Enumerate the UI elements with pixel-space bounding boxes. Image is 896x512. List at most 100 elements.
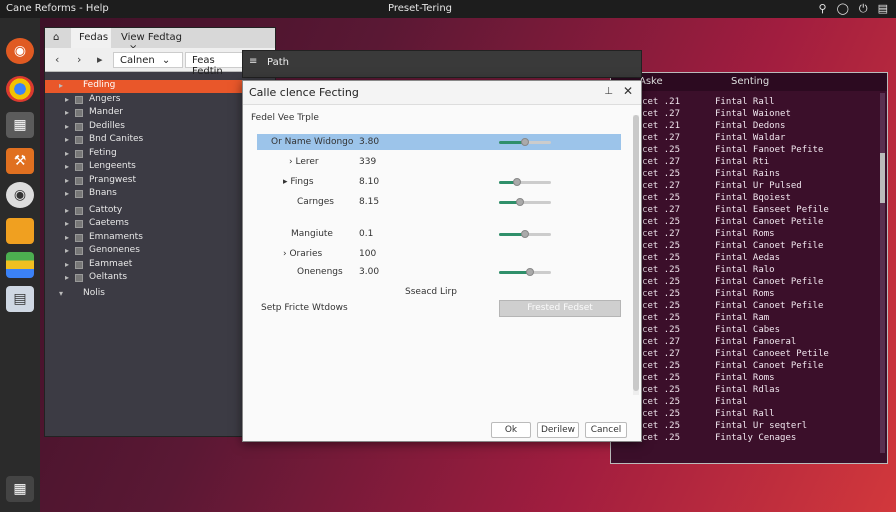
terminal-line-col-2: Fintal Canoet Pefile	[715, 301, 824, 311]
tree-item[interactable]: ▸ Oeltants	[45, 272, 275, 285]
terminal-line-col-2: Fintal Canoet Petile	[715, 217, 824, 227]
terminal-line-col-2: Fintal Rall	[715, 409, 775, 419]
tree-item[interactable]: ▸ Mander	[45, 107, 275, 120]
tree-item-label: Nolis	[83, 287, 105, 298]
slider-knob[interactable]	[521, 138, 529, 146]
dialog-scrollbar[interactable]	[633, 115, 639, 395]
path-segment-2[interactable]: Feas Fedtin	[185, 52, 243, 77]
calculator-icon[interactable]: ▦	[6, 112, 34, 138]
cancel-button[interactable]: Cancel	[585, 422, 627, 438]
expander-icon[interactable]: ▸	[59, 81, 63, 90]
expander-icon[interactable]: ▸	[65, 206, 69, 215]
slider-knob[interactable]	[521, 230, 529, 238]
tree-item[interactable]: ▸ Bnd Canites	[45, 134, 275, 147]
home-icon[interactable]: ⌂	[45, 28, 71, 48]
expander-icon[interactable]: ▸	[65, 149, 69, 158]
launcher: ◉ ▦ ⚒ ◉ ▤ ▦	[0, 18, 40, 512]
terminal-scrollbar[interactable]	[880, 93, 885, 453]
terminal-line-col-2: Fintal Dedons	[715, 121, 786, 131]
expander-icon[interactable]: ▸	[65, 219, 69, 228]
back-icon[interactable]: ‹	[55, 53, 59, 66]
chrome-icon[interactable]	[6, 76, 34, 102]
search-icon[interactable]: ⚲	[819, 2, 827, 16]
slider-knob[interactable]	[526, 268, 535, 276]
tree-item-label: Bnans	[89, 188, 117, 198]
option-slider[interactable]	[499, 230, 551, 238]
expander-icon[interactable]: ▸	[65, 176, 69, 185]
tree-item[interactable]: ▾ Nolis	[45, 288, 275, 301]
close-icon[interactable]: ✕	[623, 84, 633, 98]
expander-icon[interactable]: ▸	[65, 122, 69, 131]
option-row[interactable]: Carnges 8.15	[257, 194, 621, 210]
terminal-line: Aa, Ucet .27 Fintal Canoeet Petile	[611, 349, 887, 361]
tree-item[interactable]: ▸ Genonenes	[45, 245, 275, 258]
option-slider[interactable]	[499, 268, 551, 276]
path-segment-1[interactable]: Calnen ⌄	[113, 52, 183, 68]
tree-item[interactable]: ▸ Angers	[45, 94, 275, 107]
next-icon[interactable]: ▸	[97, 53, 103, 66]
slider-knob[interactable]	[515, 198, 524, 206]
option-row[interactable]: Or Name Widongo 3.80	[257, 134, 621, 150]
option-row[interactable]: › Lerer 339	[257, 154, 621, 170]
expander-icon[interactable]: ▾	[59, 289, 63, 298]
expander-icon[interactable]: ▸	[65, 246, 69, 255]
expander-icon[interactable]: ▸	[65, 233, 69, 242]
tree-item[interactable]: ▸ Prangwest	[45, 175, 275, 188]
expander-icon[interactable]: ▸	[65, 189, 69, 198]
dialog-header: Calle clence Fecting ⊥ ✕	[243, 81, 641, 105]
option-row[interactable]: Onenengs 3.00	[257, 264, 621, 280]
terminal-line: Aa, Ucet .21 Fintal Dedons	[611, 121, 887, 133]
pin-icon[interactable]: ⊥	[604, 86, 613, 97]
tools-icon[interactable]: ⚒	[6, 148, 34, 174]
tree-item[interactable]: ▸ Lengeents	[45, 161, 275, 174]
preferences-dialog: Calle clence Fecting ⊥ ✕ Fedel Vee Trple…	[242, 80, 642, 442]
option-row[interactable]: Mangiute 0.1	[257, 226, 621, 242]
option-row[interactable]: › Oraries 100	[257, 246, 621, 262]
slider-knob[interactable]	[513, 178, 522, 186]
forward-icon[interactable]: ›	[77, 53, 81, 66]
folder-icon	[75, 247, 83, 255]
expander-icon[interactable]: ▸	[65, 162, 69, 171]
option-value: 8.10	[359, 177, 380, 187]
tree-item[interactable]: ▸ Dedilles	[45, 121, 275, 134]
expander-icon[interactable]: ▸	[65, 135, 69, 144]
terminal-line: Aa, Ucet .25 Fintal Ram	[611, 313, 887, 325]
terminal-line: Aa, Ucet .25 Fintal	[611, 397, 887, 409]
tree-item-label: Dedilles	[89, 120, 125, 131]
ok-button[interactable]: Ok	[491, 422, 531, 438]
tree-item[interactable]: ▸ Bnans	[45, 188, 275, 201]
expander-icon[interactable]: ▸	[65, 260, 69, 269]
stack-icon[interactable]	[6, 252, 34, 278]
tab-view[interactable]: View Fedtag ×	[113, 28, 209, 54]
apps-grid-icon[interactable]: ▦	[6, 476, 34, 502]
ubuntu-icon[interactable]: ◉	[6, 38, 34, 64]
terminal-scroll-thumb[interactable]	[880, 153, 885, 203]
tree-item[interactable]: ▸ Fedling	[45, 80, 275, 93]
review-button[interactable]: Derilew	[537, 422, 579, 438]
option-slider[interactable]	[499, 138, 551, 146]
menu-icon[interactable]: ▤	[878, 2, 888, 16]
expander-icon[interactable]: ▸	[65, 95, 69, 104]
tree-item[interactable]: ▸ Emnaments	[45, 232, 275, 245]
document-icon[interactable]: ▤	[6, 286, 34, 312]
expander-icon[interactable]: ▸	[65, 108, 69, 117]
tab-fedas[interactable]: Fedas	[71, 28, 111, 48]
tree-item-label: Lengeents	[89, 161, 136, 171]
option-slider[interactable]	[499, 198, 551, 206]
preset-default-button[interactable]: Frested Fedset	[499, 300, 621, 317]
option-row[interactable]: ▸ Fings 8.10	[257, 174, 621, 190]
tree-item[interactable]: ▸ Caetems	[45, 218, 275, 231]
dialog-scroll-thumb[interactable]	[633, 115, 639, 391]
disc-icon[interactable]: ◉	[6, 182, 34, 208]
tree-item[interactable]: ▸ Eammaet	[45, 259, 275, 272]
menu-icon[interactable]: ≡	[249, 56, 257, 67]
option-name: Onenengs	[297, 267, 343, 277]
option-slider[interactable]	[499, 178, 551, 186]
user-icon[interactable]: ◯	[837, 2, 849, 16]
expander-icon[interactable]: ▸	[65, 273, 69, 282]
tree-item[interactable]: ▸ Feting	[45, 148, 275, 161]
tree-item-label: Eammaet	[89, 258, 133, 269]
tree-item[interactable]: ▸ Cattoty	[45, 205, 275, 218]
folder-icon[interactable]	[6, 218, 34, 244]
power-icon[interactable]: ⏻	[859, 2, 868, 16]
